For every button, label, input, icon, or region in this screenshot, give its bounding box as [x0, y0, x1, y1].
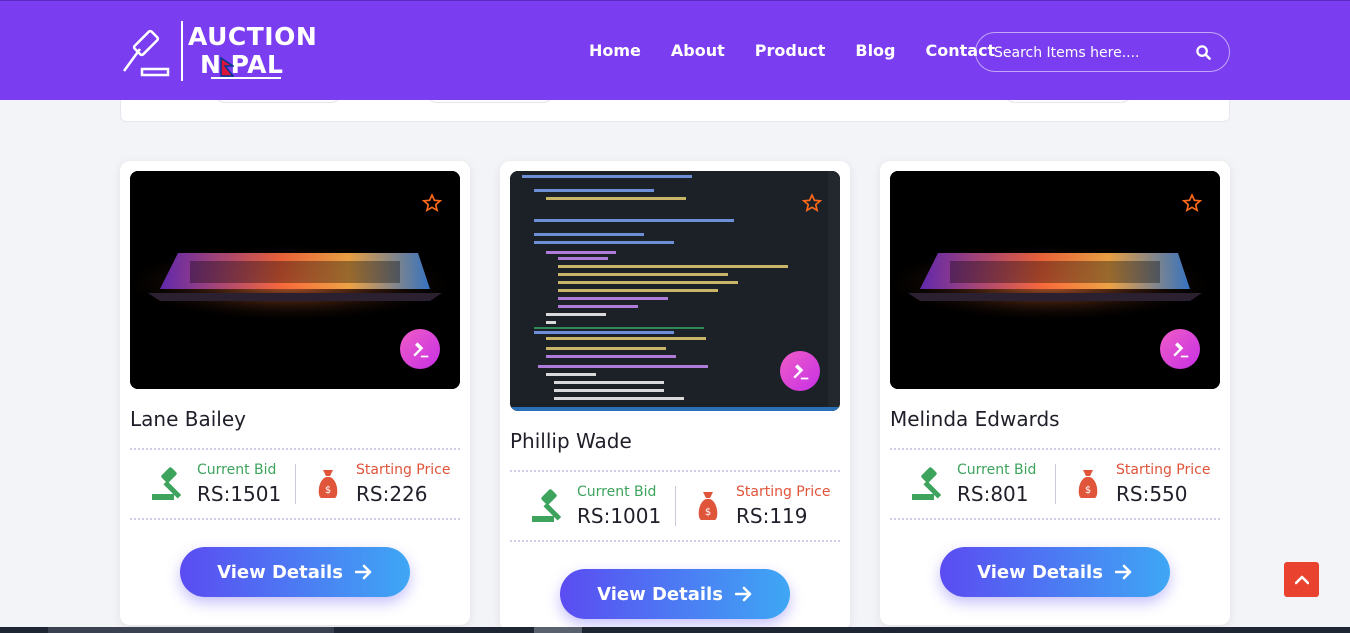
bid-stats: Current Bid RS:1001 $ Starting Price RS:… [510, 470, 840, 542]
gavel-logo-icon [122, 29, 170, 77]
product-image[interactable] [510, 171, 840, 411]
current-bid-value: RS:1501 [197, 482, 282, 506]
product-card: Melinda Edwards Current Bid RS:801 $ Sta… [880, 161, 1230, 625]
view-details-button[interactable]: View Details [940, 547, 1170, 597]
starting-price-value: RS:550 [1116, 482, 1188, 506]
nav-home[interactable]: Home [589, 41, 641, 60]
taskbar-strip [0, 627, 1350, 633]
stat-divider [295, 464, 296, 504]
starting-price-value: RS:119 [736, 504, 808, 528]
gavel-icon [912, 467, 942, 500]
stat-divider [675, 486, 676, 526]
nav-about[interactable]: About [671, 41, 725, 60]
current-bid-value: RS:1001 [577, 504, 662, 528]
chevron-up-icon [1294, 575, 1309, 584]
product-title[interactable]: Melinda Edwards [890, 407, 1060, 431]
bid-stats: Current Bid RS:1501 $ Starting Price RS:… [130, 448, 460, 520]
view-details-label: View Details [597, 583, 723, 605]
product-title[interactable]: Lane Bailey [130, 407, 246, 431]
search-box [975, 32, 1230, 72]
starting-price-label: Starting Price [356, 462, 451, 478]
bid-button[interactable] [1160, 329, 1200, 369]
product-image[interactable] [130, 171, 460, 389]
starting-price-value: RS:226 [356, 482, 428, 506]
bid-stats: Current Bid RS:801 $ Starting Price RS:5… [890, 448, 1220, 520]
site-header: AUCTION N PAL Home About Product Blog Co… [0, 0, 1350, 100]
gavel-icon [532, 489, 562, 522]
current-bid-label: Current Bid [197, 462, 277, 478]
view-details-button[interactable]: View Details [180, 547, 410, 597]
nav-blog[interactable]: Blog [855, 41, 895, 60]
view-details-label: View Details [977, 561, 1103, 583]
main-nav: Home About Product Blog Contact [589, 41, 1025, 60]
search-icon[interactable] [1196, 45, 1211, 60]
gavel-icon [413, 342, 429, 358]
arrow-right-icon [734, 586, 752, 602]
scroll-to-top-button[interactable] [1284, 562, 1319, 597]
money-bag-icon: $ [1078, 470, 1098, 498]
arrow-right-icon [354, 564, 372, 580]
current-bid-label: Current Bid [957, 462, 1037, 478]
bid-button[interactable] [400, 329, 440, 369]
gavel-icon [793, 364, 809, 380]
current-bid-label: Current Bid [577, 484, 657, 500]
product-card: Lane Bailey Current Bid RS:1501 $ Starti… [120, 161, 470, 625]
money-bag-icon: $ [698, 492, 718, 520]
bid-button[interactable] [780, 351, 820, 391]
site-logo[interactable]: AUCTION N PAL [118, 21, 317, 83]
star-icon[interactable] [802, 193, 822, 213]
gavel-icon [152, 467, 182, 500]
nepal-flag-icon [220, 57, 234, 77]
svg-text:$: $ [1085, 485, 1091, 496]
view-details-label: View Details [217, 561, 343, 583]
gavel-icon [1173, 342, 1189, 358]
starting-price-label: Starting Price [1116, 462, 1211, 478]
stat-divider [1055, 464, 1056, 504]
current-bid-value: RS:801 [957, 482, 1029, 506]
star-icon[interactable] [1182, 193, 1202, 213]
view-details-button[interactable]: View Details [560, 569, 790, 619]
search-input[interactable] [994, 42, 1184, 64]
arrow-right-icon [1114, 564, 1132, 580]
logo-line-1: AUCTION [188, 22, 318, 51]
money-bag-icon: $ [318, 470, 338, 498]
svg-text:$: $ [325, 485, 331, 496]
starting-price-label: Starting Price [736, 484, 831, 500]
product-card: Phillip Wade Current Bid RS:1001 $ Start… [500, 161, 850, 631]
star-icon[interactable] [422, 193, 442, 213]
logo-line-2: N PAL [200, 50, 284, 79]
svg-text:$: $ [705, 507, 711, 518]
nav-product[interactable]: Product [755, 41, 826, 60]
product-image[interactable] [890, 171, 1220, 389]
product-title[interactable]: Phillip Wade [510, 429, 632, 453]
